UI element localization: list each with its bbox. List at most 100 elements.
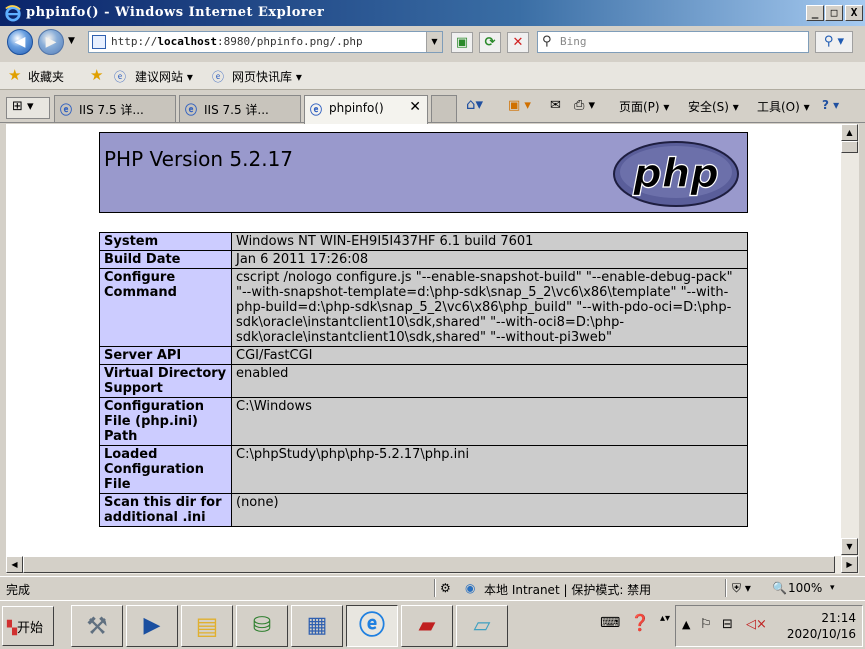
taskbar-network[interactable]: ⛁ (236, 605, 288, 647)
tab-iis-2[interactable]: ⓔ IIS 7.5 详... (179, 95, 301, 122)
ie-logo-icon (5, 5, 21, 22)
notepad-icon: ▱ (473, 613, 491, 638)
info-row: Scan this dir for additional .ini (none) (99, 493, 748, 527)
web-slice-gallery-link[interactable]: 网页快讯库 ▾ (232, 68, 302, 85)
scroll-up-icon[interactable]: ▲ (841, 124, 858, 141)
info-key: Configure Command (99, 268, 232, 347)
address-field[interactable]: http://localhost:8980/phpinfo.png/.php ▼ (88, 31, 443, 53)
add-favorite-icon[interactable]: ★ (90, 66, 103, 84)
start-button[interactable]: ▚开始 (2, 606, 54, 646)
search-placeholder: Bing (560, 35, 587, 48)
web-slice-icon: ⓔ (212, 70, 225, 84)
print-icon[interactable]: ⎙ ▾ (574, 98, 595, 113)
info-value: Jan 6 2011 17:26:08 (231, 250, 748, 269)
zoom-dropdown-icon[interactable]: ▾ (830, 583, 835, 593)
feeds-icon[interactable]: ▣ ▾ (508, 98, 531, 113)
scroll-thumb[interactable] (841, 141, 858, 153)
server-manager-icon: ⚒ (86, 612, 108, 640)
taskbar-toolbox[interactable]: ▰ (401, 605, 453, 647)
refresh-button[interactable]: ⟳ (479, 32, 501, 53)
taskbar-notepad[interactable]: ▱ (456, 605, 508, 647)
window-title: phpinfo() - Windows Internet Explorer (26, 5, 325, 20)
security-zone-text: 本地 Intranet | 保护模式: 禁用 (484, 583, 652, 597)
help-menu-icon[interactable]: ? ▾ (822, 98, 839, 112)
address-dropdown-button[interactable]: ▼ (426, 32, 442, 52)
tray-expand-icon[interactable]: ▴▾ (660, 613, 670, 624)
action-center-flag-icon[interactable]: ⚐ (700, 617, 712, 632)
stop-button[interactable]: ✕ (507, 32, 529, 53)
compatibility-view-button[interactable]: ▣ (451, 32, 473, 53)
system-tray: ▲ ⚐ ⊟ ◁× 21:14 2020/10/16 (675, 605, 863, 647)
back-button[interactable]: ◀ (7, 29, 33, 55)
address-url: http://localhost:8980/phpinfo.png/.php (111, 35, 363, 48)
info-key: Build Date (99, 250, 232, 269)
magnifier-icon: ⚲ ▾ (823, 34, 845, 49)
start-label: 开始 (17, 621, 44, 636)
show-hidden-icons[interactable]: ▲ (682, 618, 690, 631)
info-row: Build Date Jan 6 2011 17:26:08 (99, 250, 748, 269)
php-header: PHP Version 5.2.17 php (99, 132, 748, 213)
favorites-star-icon[interactable]: ★ (8, 66, 21, 84)
back-arrow-icon: ◀ (14, 34, 26, 50)
taskbar-internet-explorer[interactable]: ⓔ (346, 605, 398, 647)
tab-bar: ⊞ ▾ ⓔ IIS 7.5 详... ⓔ IIS 7.5 详... ⓔ phpi… (0, 91, 865, 124)
forward-button[interactable]: ▶ (38, 29, 64, 55)
network-tray-icon[interactable]: ⊟ (722, 617, 733, 632)
info-row: Virtual Directory Support enabled (99, 364, 748, 398)
zoom-icon[interactable]: 🔍 (772, 581, 787, 595)
safety-menu[interactable]: 安全(S) ▾ (688, 98, 739, 115)
tools-menu[interactable]: 工具(O) ▾ (757, 98, 810, 115)
taskbar-explorer[interactable]: ▤ (181, 605, 233, 647)
maximize-button[interactable]: □ (825, 5, 843, 21)
horizontal-scroll-thumb[interactable] (23, 556, 835, 573)
clock[interactable]: 21:14 2020/10/16 (787, 610, 856, 642)
favorites-button[interactable]: 收藏夹 (28, 68, 64, 85)
info-key: Scan this dir for additional .ini (99, 493, 232, 527)
status-separator (434, 579, 436, 597)
horizontal-scrollbar[interactable]: ◀ ▶ (6, 556, 859, 574)
help-tray-icon[interactable]: ❓ (630, 613, 650, 632)
taskbar-server-manager[interactable]: ⚒ (71, 605, 123, 647)
search-go-button[interactable]: ⚲ ▾ (815, 31, 853, 53)
refresh-icon: ⟳ (484, 35, 496, 50)
scroll-right-icon[interactable]: ▶ (841, 556, 858, 573)
new-tab-button[interactable] (431, 95, 457, 122)
minimize-button[interactable]: _ (806, 5, 824, 21)
close-tab-icon[interactable]: ✕ (409, 99, 421, 115)
php-logo-text: php (632, 151, 719, 197)
scroll-down-icon[interactable]: ▼ (841, 538, 858, 555)
vertical-scrollbar[interactable]: ▲ ▼ (841, 124, 859, 556)
page-content[interactable]: PHP Version 5.2.17 php System Windows NT … (6, 124, 841, 556)
compat-icon: ▣ (455, 35, 469, 50)
taskbar-powershell[interactable]: ▶ (126, 605, 178, 647)
status-text: 完成 (6, 583, 31, 597)
scroll-left-icon[interactable]: ◀ (6, 556, 23, 573)
window-title-bar[interactable]: phpinfo() - Windows Internet Explorer _ … (0, 0, 865, 26)
info-row: Configuration File (php.ini) Path C:\Wind… (99, 397, 748, 446)
info-value: C:\phpStudy\php\php-5.2.17\php.ini (231, 445, 748, 494)
taskbar-iis[interactable]: ▦ (291, 605, 343, 647)
ie-taskbar-icon: ⓔ (358, 611, 385, 641)
search-field[interactable]: ⚲ Bing (537, 31, 809, 53)
status-separator (725, 579, 727, 597)
php-version-title: PHP Version 5.2.17 (104, 147, 294, 171)
info-row: Loaded Configuration File C:\phpStudy\php… (99, 445, 748, 494)
php-logo-icon: php (613, 141, 739, 207)
quick-tabs-button[interactable]: ⊞ ▾ (6, 97, 50, 119)
volume-muted-icon[interactable]: ◁× (746, 617, 767, 632)
tab-phpinfo[interactable]: ⓔ phpinfo() ✕ (304, 95, 428, 124)
history-dropdown-icon[interactable]: ▼ (68, 36, 75, 46)
info-value: Windows NT WIN-EH9I5I437HF 6.1 build 760… (231, 232, 748, 251)
suggested-sites-link[interactable]: 建议网站 ▾ (135, 68, 193, 85)
home-icon[interactable]: ⌂▾ (466, 95, 483, 113)
keyboard-icon[interactable]: ⌨ (600, 615, 620, 631)
tab-iis-1[interactable]: ⓔ IIS 7.5 详... (54, 95, 176, 122)
protected-mode-icon[interactable]: ⛨ ▾ (732, 581, 751, 596)
read-mail-icon[interactable]: ✉ (550, 98, 561, 113)
intranet-globe-icon: ◉ (465, 581, 476, 595)
page-menu[interactable]: 页面(P) ▾ (619, 98, 669, 115)
toolbox-icon: ▰ (418, 613, 436, 638)
zoom-level[interactable]: 100% (788, 581, 822, 595)
close-window-button[interactable]: X (845, 5, 863, 21)
tab-label: IIS 7.5 详... (204, 103, 269, 117)
